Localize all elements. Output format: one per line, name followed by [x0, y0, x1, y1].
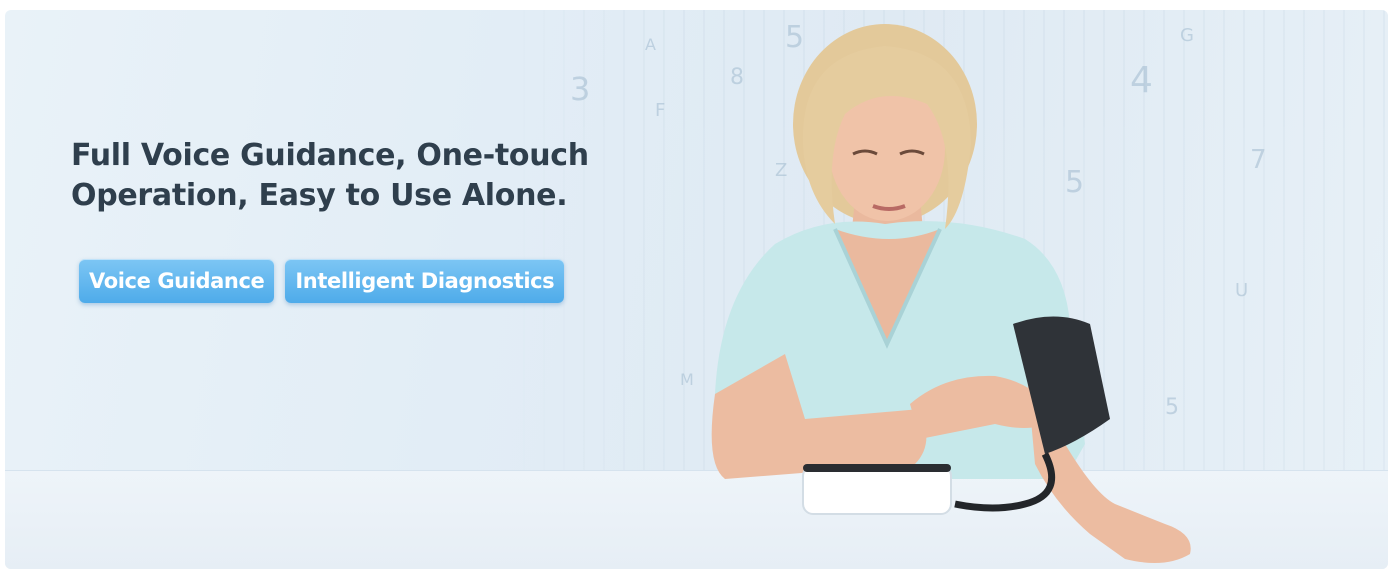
- blood-pressure-monitor: [802, 464, 952, 515]
- background-glyph: F: [655, 100, 666, 121]
- headline: Full Voice Guidance, One-touch Operation…: [71, 136, 589, 216]
- tag-intelligent-diagnostics: Intelligent Diagnostics: [285, 259, 565, 303]
- headline-line-2: Operation, Easy to Use Alone.: [71, 178, 568, 213]
- background-glyph: 7: [1250, 145, 1267, 175]
- woman-photo: [711, 24, 1191, 563]
- background-glyph: U: [1235, 280, 1249, 301]
- hero-banner: 3 A F 8 5 Z 4 G 7 5 U 5 M Full Voice Gui…: [5, 10, 1388, 569]
- background-glyph: M: [680, 370, 694, 389]
- background-glyph: 3: [570, 70, 591, 108]
- background-glyph: A: [645, 35, 656, 54]
- headline-line-1: Full Voice Guidance, One-touch: [71, 138, 589, 173]
- tag-voice-guidance: Voice Guidance: [79, 259, 275, 303]
- feature-tags: Voice Guidance Intelligent Diagnostics: [79, 259, 565, 303]
